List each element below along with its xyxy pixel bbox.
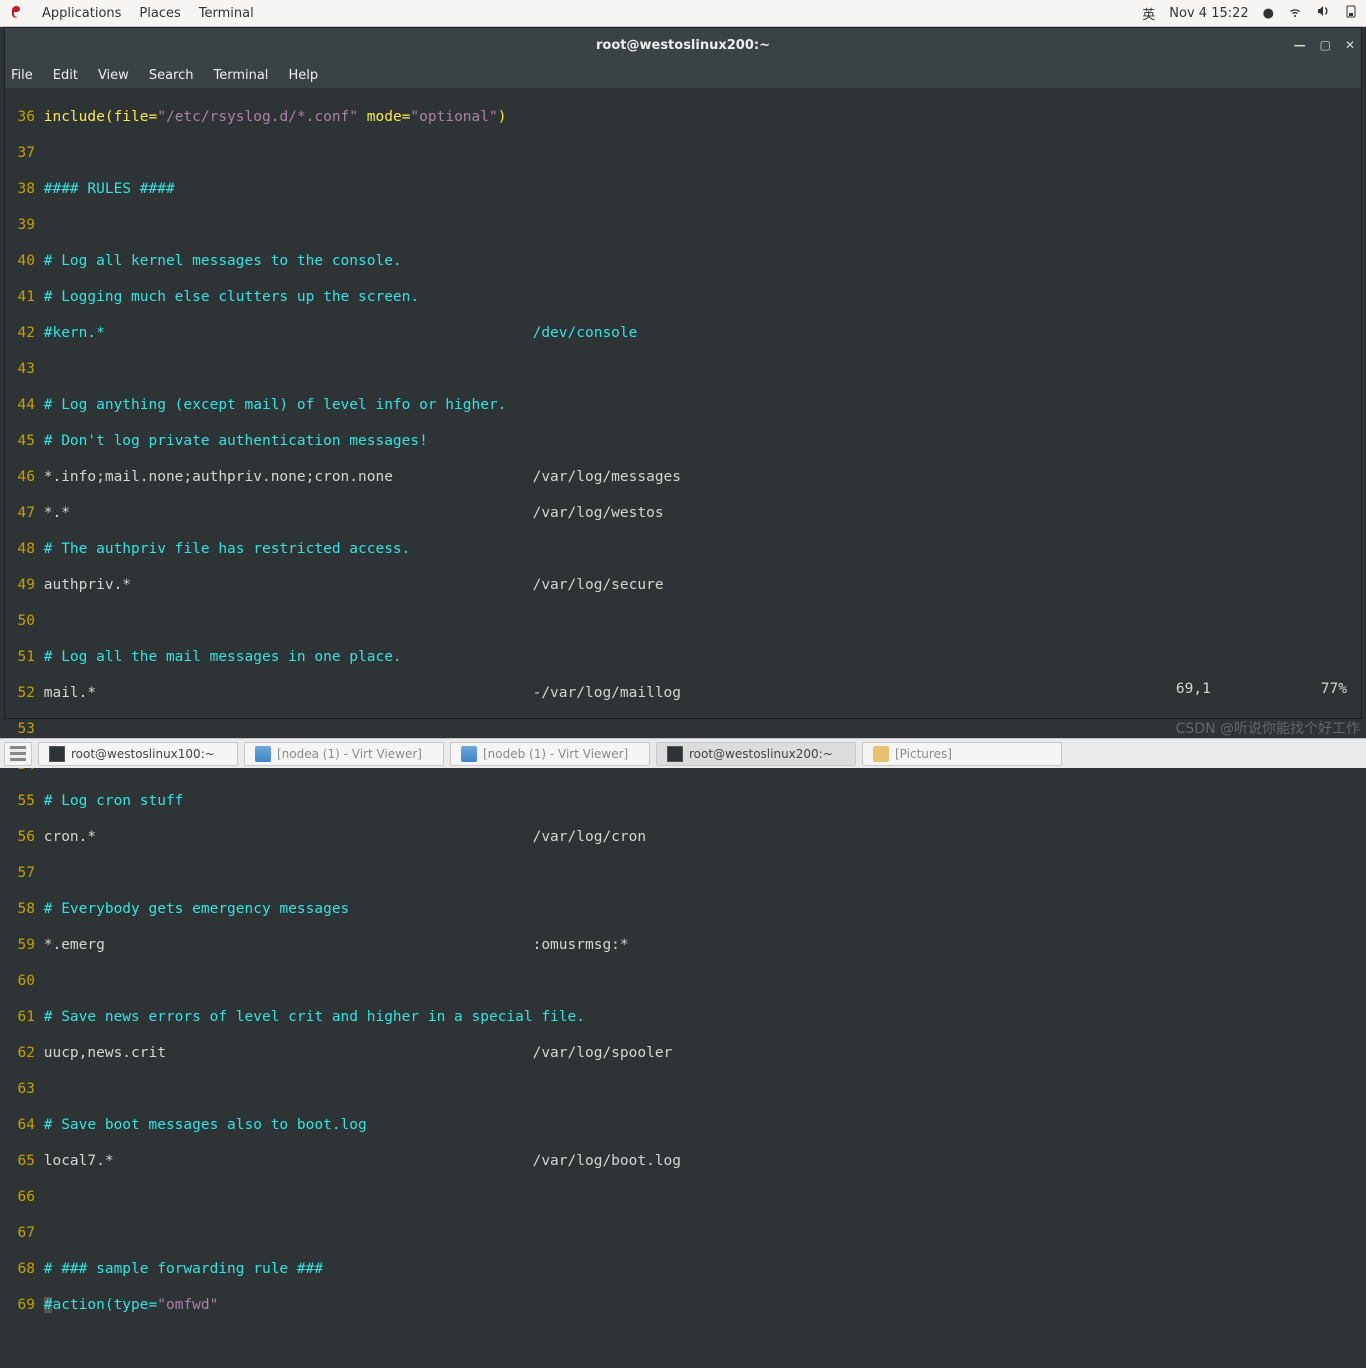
code-line: 43 [11,360,1361,378]
code-line: 62 uucp,news.crit /var/log/spooler [11,1044,1361,1062]
code-line: 56 cron.* /var/log/cron [11,828,1361,846]
code-line: 55 # Log cron stuff [11,792,1361,810]
terminal-menubar: File Edit View Search Terminal Help [5,62,1361,88]
task-pictures[interactable]: [Pictures] [862,742,1062,766]
code-line: 41 # Logging much else clutters up the s… [11,288,1361,306]
gnome-top-panel: Applications Places Terminal 英 Nov 4 15:… [0,0,1366,27]
menu-view[interactable]: View [98,68,129,83]
code-line: 65 local7.* /var/log/boot.log [11,1152,1361,1170]
code-line: 36 include(file="/etc/rsyslog.d/*.conf" … [11,108,1361,126]
task-virtviewer-nodea[interactable]: [nodea (1) - Virt Viewer] [244,742,444,766]
bottom-taskbar: root@westoslinux100:~ [nodea (1) - Virt … [0,738,1366,768]
code-line: 42 #kern.* /dev/console [11,324,1361,342]
panel-applications[interactable]: Applications [42,6,121,21]
terminal-icon [49,746,65,762]
cursor-position: 69,1 [1176,680,1211,698]
code-line: 61 # Save news errors of level crit and … [11,1008,1361,1026]
folder-icon [873,746,889,762]
menu-search[interactable]: Search [149,68,194,83]
menu-file[interactable]: File [11,68,33,83]
fedora-logo-icon [8,5,24,21]
code-line: 63 [11,1080,1361,1098]
task-terminal-200[interactable]: root@westoslinux200:~ [656,742,856,766]
task-virtviewer-nodeb[interactable]: [nodeb (1) - Virt Viewer] [450,742,650,766]
code-line: 40 # Log all kernel messages to the cons… [11,252,1361,270]
code-line: 58 # Everybody gets emergency messages [11,900,1361,918]
code-line: 64 # Save boot messages also to boot.log [11,1116,1361,1134]
terminal-window: root@westoslinux200:~ — ▢ ✕ File Edit Vi… [4,27,1362,719]
code-line: 53 [11,720,1361,738]
code-line: 67 [11,1224,1361,1242]
code-line: 60 [11,972,1361,990]
code-line: 69 #action(type="omfwd" [11,1296,1361,1314]
vim-editor[interactable]: 36 include(file="/etc/rsyslog.d/*.conf" … [5,88,1361,718]
menu-terminal[interactable]: Terminal [213,68,268,83]
code-line: 66 [11,1188,1361,1206]
window-titlebar[interactable]: root@westoslinux200:~ — ▢ ✕ [5,28,1361,62]
clock[interactable]: Nov 4 15:22 [1169,6,1248,21]
virt-viewer-icon [461,746,477,762]
terminal-icon [667,746,683,762]
vim-status-line: 69,1 77% [1123,662,1347,716]
maximize-button[interactable]: ▢ [1320,38,1331,52]
code-line: 39 [11,216,1361,234]
close-button[interactable]: ✕ [1345,38,1355,52]
code-line: 59 *.emerg :omusrmsg:* [11,936,1361,954]
window-title: root@westoslinux200:~ [596,38,770,53]
code-line: 46 *.info;mail.none;authpriv.none;cron.n… [11,468,1361,486]
code-line: 68 # ### sample forwarding rule ### [11,1260,1361,1278]
code-line: 37 [11,144,1361,162]
code-line: 47 *.* /var/log/westos [11,504,1361,522]
panel-terminal[interactable]: Terminal [199,6,254,21]
panel-places[interactable]: Places [139,6,180,21]
input-method-indicator[interactable]: 英 [1142,4,1155,23]
workspace-switcher[interactable] [4,742,32,766]
code-line: 49 authpriv.* /var/log/secure [11,576,1361,594]
code-line: 50 [11,612,1361,630]
code-line: 57 [11,864,1361,882]
vim-cursor: # [44,1297,53,1313]
minimize-button[interactable]: — [1294,38,1306,52]
virt-viewer-icon [255,746,271,762]
dot-indicator-icon: ● [1263,6,1274,21]
volume-icon[interactable] [1316,4,1330,22]
menu-edit[interactable]: Edit [53,68,78,83]
code-line: 45 # Don't log private authentication me… [11,432,1361,450]
code-line: 48 # The authpriv file has restricted ac… [11,540,1361,558]
power-icon[interactable] [1344,4,1358,22]
task-terminal-100[interactable]: root@westoslinux100:~ [38,742,238,766]
workspace-icon [10,746,26,762]
code-line: 44 # Log anything (except mail) of level… [11,396,1361,414]
menu-help[interactable]: Help [288,68,318,83]
code-line: 38 #### RULES #### [11,180,1361,198]
wifi-icon[interactable] [1288,4,1302,22]
scroll-percentage: 77% [1321,680,1347,698]
